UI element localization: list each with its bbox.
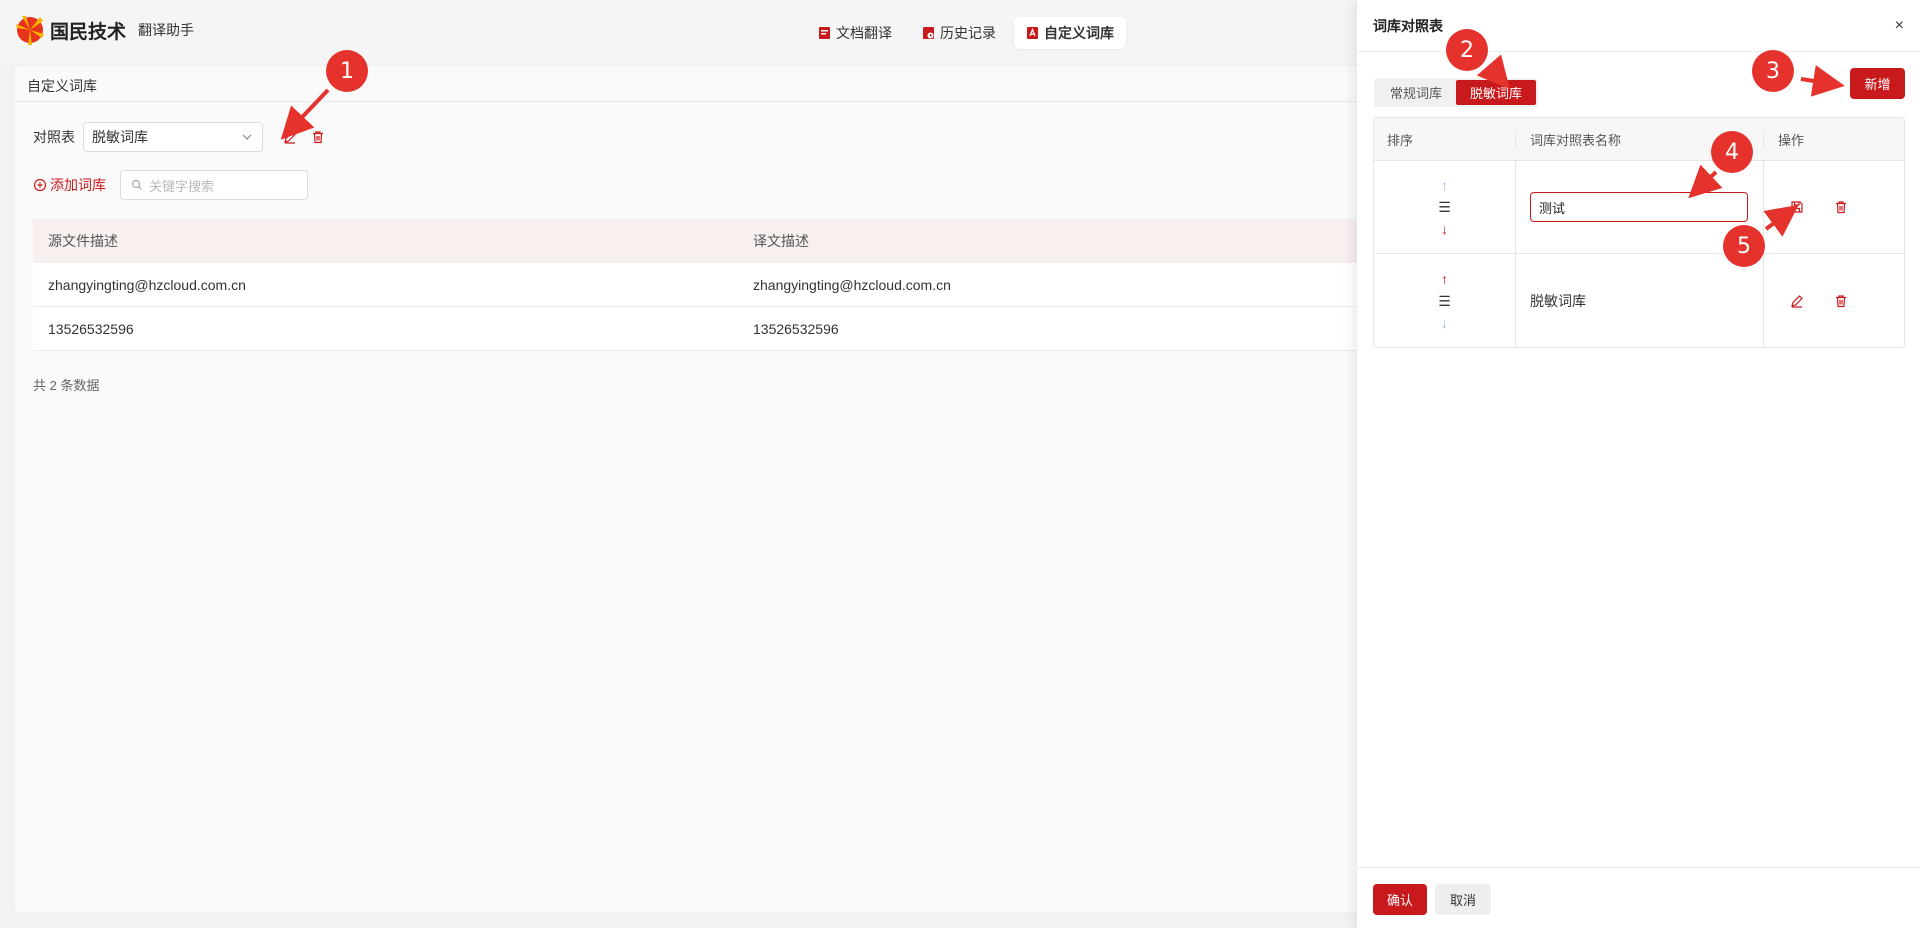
cancel-button[interactable]: 取消 [1435,884,1491,915]
name-input[interactable]: 测试 [1530,192,1748,222]
drawer-header: 词库对照表 × [1357,0,1920,52]
nav-history[interactable]: 历史记录 [910,17,1008,49]
delete-button[interactable] [1830,290,1852,312]
annotation-marker-5: 5 [1723,225,1765,267]
compare-table: 排序 词库对照表名称 操作 ↑ ☰ ↓ 测试 ↑ ☰ ↓ 脱敏词库 [1373,117,1905,348]
brand-name: 国民技术 [50,21,127,43]
edit-button[interactable] [1786,290,1808,312]
compare-table-header: 排序 词库对照表名称 操作 [1374,118,1904,161]
tab-desensitized[interactable]: 脱敏词库 [1456,80,1537,105]
dictionary-type-tabs: 常规词库 脱敏词库 [1374,78,1539,107]
confirm-button[interactable]: 确认 [1373,884,1427,915]
edit-icon [1791,294,1803,308]
document-icon [819,27,830,39]
plus-circle-icon [33,178,47,192]
history-icon [923,27,934,39]
save-button[interactable] [1786,196,1808,218]
compare-row: 对照表 脱敏词库 [33,122,329,152]
table-row: ↑ ☰ ↓ 脱敏词库 [1374,254,1904,347]
add-dictionary-button[interactable]: 添加词库 [33,175,106,195]
sort-controls: ↑ ☰ ↓ [1387,174,1515,240]
add-dictionary-label: 添加词库 [50,177,106,193]
compare-label: 对照表 [33,129,75,145]
trash-icon [313,131,323,144]
table-cell: 13526532596 [48,320,134,337]
logo[interactable]: 国民技术 翻译助手 [14,14,194,46]
search-placeholder: 关键字搜索 [149,178,215,194]
edit-compare-button[interactable] [279,126,301,148]
drag-handle-icon[interactable]: ☰ [1438,196,1451,218]
table-cell: zhangyingting@hzcloud.com.cn [48,276,246,293]
delete-button[interactable] [1830,196,1852,218]
compare-table-drawer: 词库对照表 × 常规词库 脱敏词库 新增 排序 词库对照表名称 操作 ↑ ☰ ↓… [1357,0,1920,928]
edit-icon [284,131,296,144]
close-icon[interactable]: × [1895,17,1904,35]
compare-select[interactable]: 脱敏词库 [83,122,263,152]
drawer-title: 词库对照表 [1373,17,1443,34]
nav-history-label: 历史记录 [940,25,996,41]
save-icon [1791,201,1803,213]
logo-icon [16,16,44,45]
add-button[interactable]: 新增 [1850,68,1905,99]
nav-doc-translate-label: 文档翻译 [836,25,892,41]
actions-cell [1764,254,1904,347]
move-down-icon[interactable]: ↓ [1441,312,1448,334]
drawer-footer: 确认 取消 [1357,867,1920,928]
annotation-marker-2: 2 [1446,29,1488,71]
sort-cell: ↑ ☰ ↓ [1374,254,1516,347]
main-nav: 文档翻译 历史记录 自定义词库 [806,17,1132,49]
move-up-icon[interactable]: ↑ [1441,174,1448,196]
annotation-marker-4: 4 [1711,131,1753,173]
column-header-sort: 排序 [1374,129,1516,149]
compare-select-value: 脱敏词库 [92,129,148,145]
delete-compare-button[interactable] [307,126,329,148]
dictionary-icon [1027,27,1038,39]
name-cell: 脱敏词库 [1516,254,1764,347]
move-down-icon[interactable]: ↓ [1441,218,1448,240]
trash-icon [1836,201,1846,214]
trash-icon [1836,294,1846,307]
actions-cell [1764,161,1904,253]
total-count: 共 2 条数据 [33,378,100,393]
annotation-marker-3: 3 [1752,50,1794,92]
app-subtitle: 翻译助手 [138,22,195,38]
name-text: 脱敏词库 [1530,292,1586,309]
toolbar-row: 添加词库 关键字搜索 [33,170,308,200]
drag-handle-icon[interactable]: ☰ [1438,290,1451,312]
nav-custom-dictionary-label: 自定义词库 [1044,25,1114,41]
table-row: ↑ ☰ ↓ 测试 [1374,161,1904,254]
sort-cell: ↑ ☰ ↓ [1374,161,1516,253]
search-icon [131,179,142,190]
nav-doc-translate[interactable]: 文档翻译 [806,17,904,49]
search-input[interactable]: 关键字搜索 [120,170,308,200]
column-header-actions: 操作 [1778,132,1805,148]
move-up-icon[interactable]: ↑ [1441,268,1448,290]
chevron-down-icon [242,134,252,140]
sort-controls: ↑ ☰ ↓ [1387,268,1515,334]
nav-custom-dictionary[interactable]: 自定义词库 [1014,17,1126,49]
annotation-marker-1: 1 [326,50,368,92]
tab-regular[interactable]: 常规词库 [1376,80,1456,105]
column-header-source: 源文件描述 [48,232,118,249]
